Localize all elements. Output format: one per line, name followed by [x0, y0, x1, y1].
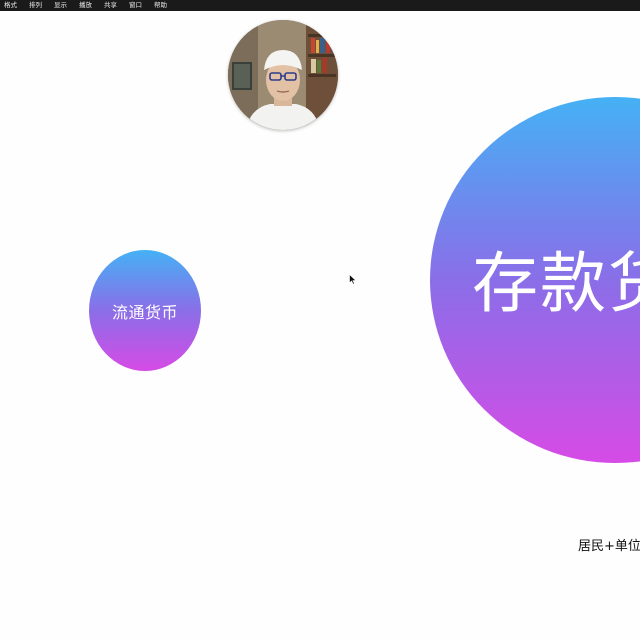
menu-item-window[interactable]: 窗口: [129, 0, 142, 11]
menu-item-share[interactable]: 共享: [104, 0, 117, 11]
circulating-currency-label: 流通货币: [111, 302, 178, 322]
presentation-stage: 格式 排列 显示 播放 共享 窗口 帮助 流通货币 存款 居民+单位: [0, 0, 640, 640]
menu-item-format[interactable]: 格式: [4, 0, 17, 11]
menu-bar: 格式 排列 显示 播放 共享 窗口 帮助: [0, 0, 640, 11]
presenter-video-frame: [228, 20, 338, 130]
deposit-currency-label: 存款货: [472, 245, 640, 322]
menu-item-play[interactable]: 播放: [79, 0, 92, 11]
presenter-webcam: [228, 20, 338, 130]
menu-item-arrange[interactable]: 排列: [29, 0, 42, 11]
arrow-cursor-icon: [349, 274, 357, 285]
deposit-currency-bubble: 存款货: [430, 97, 640, 463]
menu-item-help[interactable]: 帮助: [154, 0, 167, 11]
circulating-currency-bubble: 流通货币: [89, 250, 201, 371]
residents-units-caption: 居民+单位: [578, 539, 640, 554]
menu-item-view[interactable]: 显示: [54, 0, 67, 11]
